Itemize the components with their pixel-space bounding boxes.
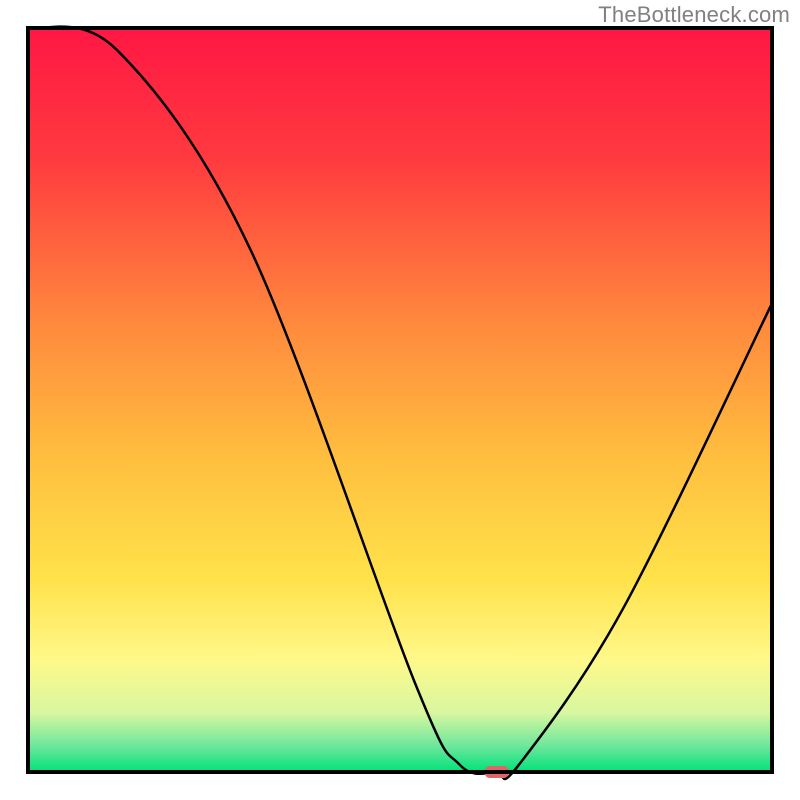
- bottleneck-chart: [0, 0, 800, 800]
- chart-background: [28, 28, 772, 772]
- attribution-label: TheBottleneck.com: [598, 2, 790, 28]
- chart-container: TheBottleneck.com: [0, 0, 800, 800]
